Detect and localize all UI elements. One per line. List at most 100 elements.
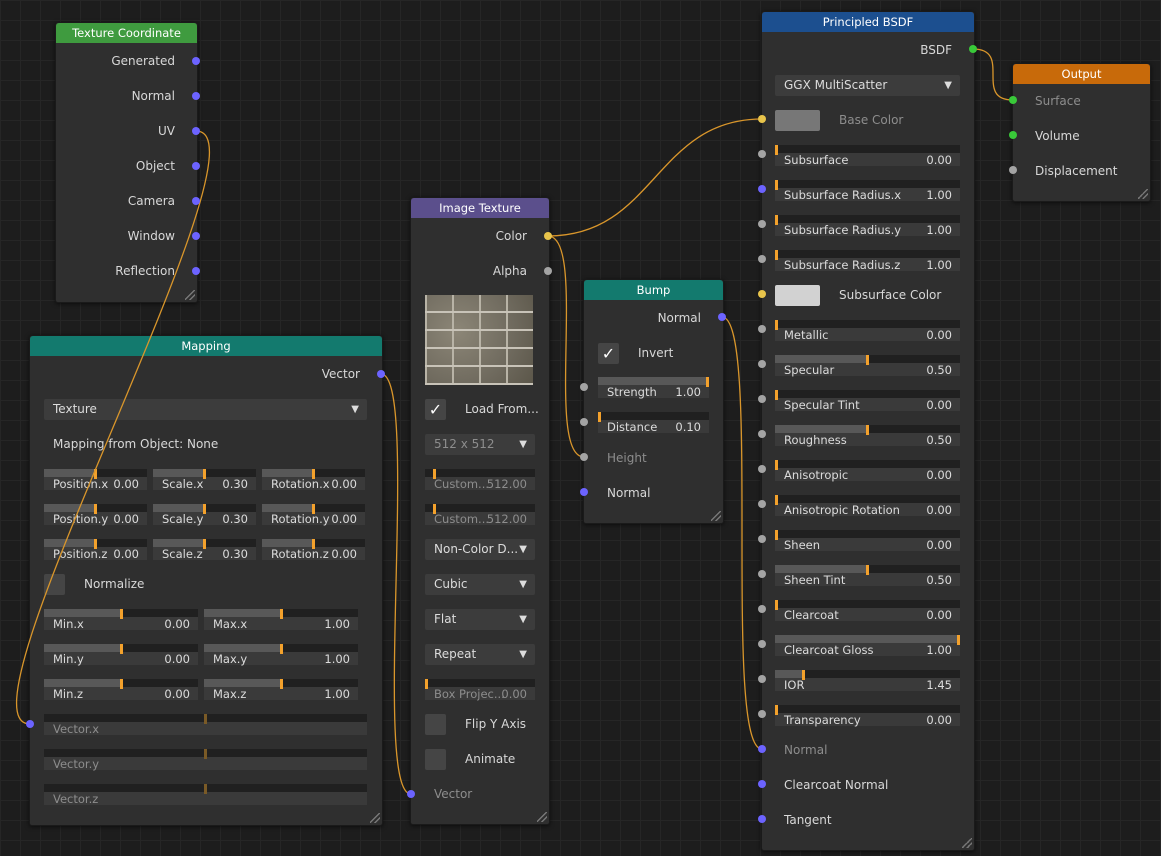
mapping-input-vector-y[interactable]: Vector.y [44, 749, 367, 771]
scale-z-slider[interactable]: Scale.z 0.30 [153, 539, 256, 561]
mapping-input-vector-x[interactable]: Vector.x [44, 714, 367, 736]
custom-height-slider[interactable]: Custom... 512.00 [425, 504, 535, 526]
image-vector-input-socket[interactable] [407, 790, 415, 798]
bsdf-param-socket-9[interactable] [758, 640, 766, 648]
scale-x-slider[interactable]: Scale.x 0.30 [153, 469, 256, 491]
roughness-slider[interactable]: Roughness 0.50 [775, 425, 960, 447]
texcoord-socket-5[interactable] [192, 232, 200, 240]
max-x-slider[interactable]: Max.x 1.00 [204, 609, 358, 631]
specular-tint-slider[interactable]: Specular Tint 0.00 [775, 390, 960, 412]
position-x-slider[interactable]: Position.x 0.00 [44, 469, 147, 491]
bsdf-sub-socket-1[interactable] [758, 185, 766, 193]
box-projection-slider[interactable]: Box Projec... 0.00 [425, 679, 535, 701]
output-displacement-socket[interactable] [1009, 166, 1017, 174]
texture-coordinate-node[interactable]: Texture Coordinate Generated Normal UV Obje… [55, 22, 198, 303]
rotation-y-slider[interactable]: Rotation.y 0.00 [262, 504, 365, 526]
bsdf-param-socket-2[interactable] [758, 395, 766, 403]
resize-handle-icon[interactable] [185, 290, 195, 300]
texcoord-socket-3[interactable] [192, 162, 200, 170]
clearcoat-slider[interactable]: Clearcoat 0.00 [775, 600, 960, 622]
texcoord-socket-2[interactable] [192, 127, 200, 135]
bsdf-param-socket-0[interactable] [758, 325, 766, 333]
clearcoat-gloss-slider[interactable]: Clearcoat Gloss 1.00 [775, 635, 960, 657]
load-from-checkbox[interactable]: ✓ [425, 399, 446, 420]
texcoord-socket-6[interactable] [192, 267, 200, 275]
mapping-vector-input-socket[interactable] [26, 720, 34, 728]
max-y-slider[interactable]: Max.y 1.00 [204, 644, 358, 666]
custom-width-slider[interactable]: Custom... 512.00 [425, 469, 535, 491]
principled-bsdf-header[interactable]: Principled BSDF [762, 12, 974, 32]
output-volume-socket[interactable] [1009, 131, 1017, 139]
texture-coordinate-header[interactable]: Texture Coordinate [56, 23, 197, 43]
bsdf-param-socket-11[interactable] [758, 710, 766, 718]
bsdf-clearcoat-normal-socket[interactable] [758, 780, 766, 788]
bsdf-subsurface-color-socket[interactable] [758, 290, 766, 298]
specular-slider[interactable]: Specular 0.50 [775, 355, 960, 377]
link-bsdf-to-surface[interactable] [972, 48, 1014, 101]
texcoord-socket-1[interactable] [192, 92, 200, 100]
bump-height-socket[interactable] [580, 453, 588, 461]
bsdf-base-color-socket[interactable] [758, 115, 766, 123]
rotation-z-slider[interactable]: Rotation.z 0.00 [262, 539, 365, 561]
bump-distance-socket[interactable] [580, 418, 588, 426]
resize-handle-icon[interactable] [962, 838, 972, 848]
resize-handle-icon[interactable] [1138, 189, 1148, 199]
metallic-slider[interactable]: Metallic 0.00 [775, 320, 960, 342]
normalize-checkbox[interactable] [44, 574, 65, 595]
bump-strength-socket[interactable] [580, 383, 588, 391]
output-node[interactable]: Output Surface Volume Displacement [1012, 63, 1151, 202]
resolution-dropdown[interactable]: 512 x 512 ▼ [425, 434, 535, 455]
bsdf-sub-socket-2[interactable] [758, 220, 766, 228]
mapping-node[interactable]: Mapping Vector Texture ▼ Mapping from Ob… [29, 335, 383, 826]
sheen-tint-slider[interactable]: Sheen Tint 0.50 [775, 565, 960, 587]
extension-dropdown[interactable]: Repeat ▼ [425, 644, 535, 665]
bsdf-tangent-socket[interactable] [758, 815, 766, 823]
color-space-dropdown[interactable]: Non-Color D... ▼ [425, 539, 535, 560]
anisotropic-slider[interactable]: Anisotropic 0.00 [775, 460, 960, 482]
bsdf-param-socket-8[interactable] [758, 605, 766, 613]
subsurface-color-swatch[interactable] [775, 285, 820, 306]
rotation-x-slider[interactable]: Rotation.x 0.00 [262, 469, 365, 491]
texcoord-socket-0[interactable] [192, 57, 200, 65]
subsurface-radius-y-slider[interactable]: Subsurface Radius.y 1.00 [775, 215, 960, 237]
distribution-dropdown[interactable]: GGX MultiScatter ▼ [775, 75, 960, 96]
min-y-slider[interactable]: Min.y 0.00 [44, 644, 198, 666]
distance-slider[interactable]: Distance 0.10 [598, 412, 709, 434]
subsurface-slider[interactable]: Subsurface 0.00 [775, 145, 960, 167]
bsdf-param-socket-10[interactable] [758, 675, 766, 683]
subsurface-radius-z-slider[interactable]: Subsurface Radius.z 1.00 [775, 250, 960, 272]
image-alpha-output-socket[interactable] [544, 267, 552, 275]
resize-handle-icon[interactable] [537, 812, 547, 822]
bump-normal-input-socket[interactable] [580, 488, 588, 496]
transparency-slider[interactable]: Transparency 0.00 [775, 705, 960, 727]
bump-normal-output-socket[interactable] [718, 313, 726, 321]
mapping-input-vector-z[interactable]: Vector.z [44, 784, 367, 806]
bsdf-output-socket[interactable] [969, 45, 977, 53]
scale-y-slider[interactable]: Scale.y 0.30 [153, 504, 256, 526]
image-color-output-socket[interactable] [544, 232, 552, 240]
base-color-swatch[interactable] [775, 110, 820, 131]
bsdf-sub-socket-0[interactable] [758, 150, 766, 158]
bump-header[interactable]: Bump [584, 280, 723, 300]
bsdf-param-socket-4[interactable] [758, 465, 766, 473]
invert-checkbox[interactable]: ✓ [598, 343, 619, 364]
bsdf-param-socket-7[interactable] [758, 570, 766, 578]
strength-slider[interactable]: Strength 1.00 [598, 377, 709, 399]
bsdf-param-socket-1[interactable] [758, 360, 766, 368]
position-y-slider[interactable]: Position.y 0.00 [44, 504, 147, 526]
flip-y-checkbox[interactable] [425, 714, 446, 735]
bsdf-sub-socket-3[interactable] [758, 255, 766, 263]
interpolation-dropdown[interactable]: Cubic ▼ [425, 574, 535, 595]
bump-node[interactable]: Bump Normal ✓ Invert Strength 1.00 Dista… [583, 279, 724, 524]
texcoord-socket-4[interactable] [192, 197, 200, 205]
mapping-type-dropdown[interactable]: Texture ▼ [44, 399, 367, 420]
animate-checkbox[interactable] [425, 749, 446, 770]
link-mapping-to-image[interactable] [380, 373, 412, 795]
max-z-slider[interactable]: Max.z 1.00 [204, 679, 358, 701]
sheen-slider[interactable]: Sheen 0.00 [775, 530, 960, 552]
link-image-color-to-height[interactable] [547, 235, 585, 458]
mapping-vector-output-socket[interactable] [377, 370, 385, 378]
bsdf-param-socket-3[interactable] [758, 430, 766, 438]
resize-handle-icon[interactable] [711, 511, 721, 521]
anisotropic-rotation-slider[interactable]: Anisotropic Rotation 0.00 [775, 495, 960, 517]
